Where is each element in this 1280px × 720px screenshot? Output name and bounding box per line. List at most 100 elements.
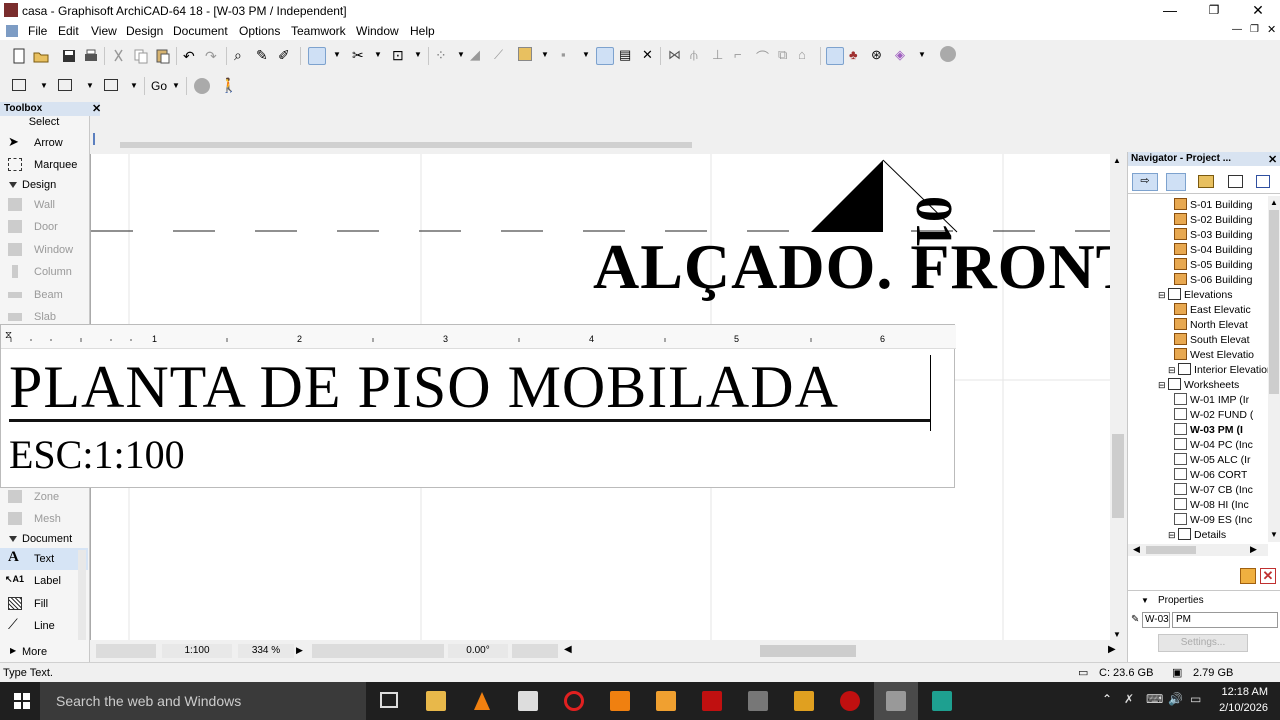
plan-title-text[interactable]: PLANTA DE PISO MOBILADA xyxy=(9,353,839,422)
archicad-task-icon[interactable] xyxy=(748,691,768,711)
store-icon[interactable] xyxy=(518,691,538,711)
trash-icon[interactable]: ▪ xyxy=(561,47,566,62)
eraser-icon[interactable]: ◢ xyxy=(470,47,480,63)
tool-text[interactable]: A Text xyxy=(0,548,88,570)
tool-wall[interactable]: Wall xyxy=(0,194,88,216)
chevron-down-icon[interactable]: ▼ xyxy=(86,81,94,90)
scroll-left-icon[interactable]: ◀ xyxy=(1133,544,1140,555)
new-file-icon[interactable] xyxy=(10,47,28,65)
navigator-item[interactable]: W-09 ES (Inc xyxy=(1174,513,1252,528)
offset-icon[interactable]: ⧉ xyxy=(778,47,787,63)
fillet-icon[interactable]: ⌒ xyxy=(756,47,769,66)
windows-start-icon[interactable] xyxy=(14,693,30,709)
fill-editor-icon[interactable]: ▤ xyxy=(619,47,631,63)
scroll-up-icon[interactable]: ▲ xyxy=(1113,156,1121,165)
roof-icon[interactable]: ⌂ xyxy=(798,47,806,62)
layers-select-icon[interactable] xyxy=(596,47,614,65)
delete-icon[interactable]: ✕ xyxy=(642,47,653,63)
open-folder-icon[interactable] xyxy=(32,47,50,65)
chevron-down-icon[interactable]: ▼ xyxy=(582,50,590,59)
document-group[interactable]: Document xyxy=(0,531,88,547)
video-app-icon[interactable] xyxy=(794,691,814,711)
floor-plan-icon[interactable] xyxy=(12,79,26,91)
more-group[interactable]: ▶ More xyxy=(0,644,88,660)
acrobat-icon[interactable] xyxy=(702,691,722,711)
navigator-item[interactable]: ⊟ Elevations xyxy=(1158,288,1233,303)
navigator-item[interactable]: ⊟ Interior Elevation xyxy=(1168,363,1268,378)
toolbox-close-icon[interactable]: ✕ xyxy=(92,102,101,115)
scale-display[interactable]: 1:100 xyxy=(162,644,232,658)
angle-display[interactable]: 0.00° xyxy=(448,644,508,658)
close-button[interactable]: ✕ xyxy=(1236,0,1280,22)
chevron-down-icon[interactable]: ▼ xyxy=(1141,596,1149,605)
chevron-down-icon[interactable]: ▼ xyxy=(414,50,422,59)
opera-icon[interactable] xyxy=(564,691,584,711)
settings-button[interactable]: Settings... xyxy=(1158,634,1248,652)
split-icon[interactable]: ⫛ xyxy=(690,47,698,63)
lock-icon[interactable]: ⊛ xyxy=(871,47,882,63)
chevron-down-icon[interactable]: ▼ xyxy=(541,50,549,59)
clock-time[interactable]: 12:18 AM xyxy=(1218,686,1268,698)
delete-view-icon[interactable]: ✕ xyxy=(1260,568,1276,584)
collapse-icon[interactable]: ⊟ xyxy=(1168,365,1178,375)
navigator-horizontal-scrollbar[interactable]: ◀ ▶ xyxy=(1128,544,1268,556)
cut-icon[interactable] xyxy=(110,47,128,65)
eyedropper-icon[interactable]: ✎ xyxy=(256,47,268,64)
navigator-item[interactable]: W-08 HI (Inc xyxy=(1174,498,1249,513)
network-icon[interactable]: ✗ xyxy=(1124,692,1134,706)
guide-lines-icon[interactable]: ✂ xyxy=(352,47,364,64)
navigator-item[interactable]: W-04 PC (Inc xyxy=(1174,438,1253,453)
paste-icon[interactable] xyxy=(154,47,172,65)
input-method-icon[interactable]: ⌨ xyxy=(1146,692,1163,706)
camera-app-icon[interactable] xyxy=(656,691,676,711)
print-icon[interactable] xyxy=(82,47,100,65)
rotate-controls[interactable] xyxy=(512,644,558,658)
tool-mesh[interactable]: Mesh xyxy=(0,508,88,530)
trim-icon[interactable]: ⋈ xyxy=(668,47,681,63)
terminal-icon[interactable] xyxy=(932,691,952,711)
navigator-close-icon[interactable]: ✕ xyxy=(1268,153,1277,166)
navigator-item[interactable]: West Elevatio xyxy=(1174,348,1254,363)
zoom-display[interactable]: 334 % xyxy=(238,644,294,658)
mdi-close-button[interactable]: ✕ xyxy=(1267,23,1276,36)
navigator-item[interactable]: North Elevat xyxy=(1174,318,1248,333)
design-group[interactable]: Design xyxy=(0,177,88,193)
view-controls[interactable] xyxy=(96,644,156,658)
vlc-icon[interactable] xyxy=(472,691,492,711)
antivirus-icon[interactable] xyxy=(840,691,860,711)
chevron-down-icon[interactable]: ▼ xyxy=(374,50,382,59)
gravity-icon[interactable]: ⊡ xyxy=(392,47,404,64)
layout-book-icon[interactable] xyxy=(1198,175,1214,188)
collapse-icon[interactable]: ⊟ xyxy=(1168,530,1178,540)
mdi-minimize-button[interactable]: — xyxy=(1232,24,1242,35)
navigator-item[interactable]: W-02 FUND ( xyxy=(1174,408,1253,423)
grid-snap-icon[interactable]: ⁘ xyxy=(435,47,447,64)
suspend-groups-icon[interactable]: ♣ xyxy=(849,47,858,62)
active-archicad-task[interactable] xyxy=(874,682,918,720)
go-menu[interactable]: Go xyxy=(151,79,167,93)
scroll-up-icon[interactable]: ▲ xyxy=(1270,198,1278,207)
media-player-icon[interactable] xyxy=(610,691,630,711)
navigator-item[interactable]: S-06 Building xyxy=(1174,273,1252,288)
menu-teamwork[interactable]: Teamwork xyxy=(291,24,346,38)
snap-guides-icon[interactable] xyxy=(308,47,326,65)
menu-help[interactable]: Help xyxy=(410,24,435,38)
navigator-item[interactable]: ⊟ Worksheets xyxy=(1158,378,1239,393)
find-select-icon[interactable]: ⌕ xyxy=(234,47,242,64)
scroll-right-icon[interactable]: ▶ xyxy=(1108,644,1116,655)
chevron-down-icon[interactable]: ▼ xyxy=(457,50,465,59)
property-id-field[interactable]: W-03 xyxy=(1142,612,1170,628)
plan-scale-text[interactable]: ESC:1:100 xyxy=(9,431,185,478)
properties-header[interactable]: Properties xyxy=(1158,595,1204,606)
scroll-down-icon[interactable]: ▼ xyxy=(1270,530,1278,539)
menu-edit[interactable]: Edit xyxy=(58,24,79,38)
navigator-item[interactable]: East Elevatic xyxy=(1174,303,1251,318)
menu-file[interactable]: File xyxy=(28,24,47,38)
navigator-item[interactable]: S-05 Building xyxy=(1174,258,1252,273)
restore-button[interactable]: ❐ xyxy=(1192,0,1236,22)
minimize-button[interactable]: — xyxy=(1148,0,1192,22)
chevron-down-icon[interactable]: ▼ xyxy=(333,50,341,59)
3d-window-icon[interactable] xyxy=(58,79,72,91)
adjust-icon[interactable]: ⊥ xyxy=(712,47,723,63)
layer-icon[interactable] xyxy=(518,47,532,61)
